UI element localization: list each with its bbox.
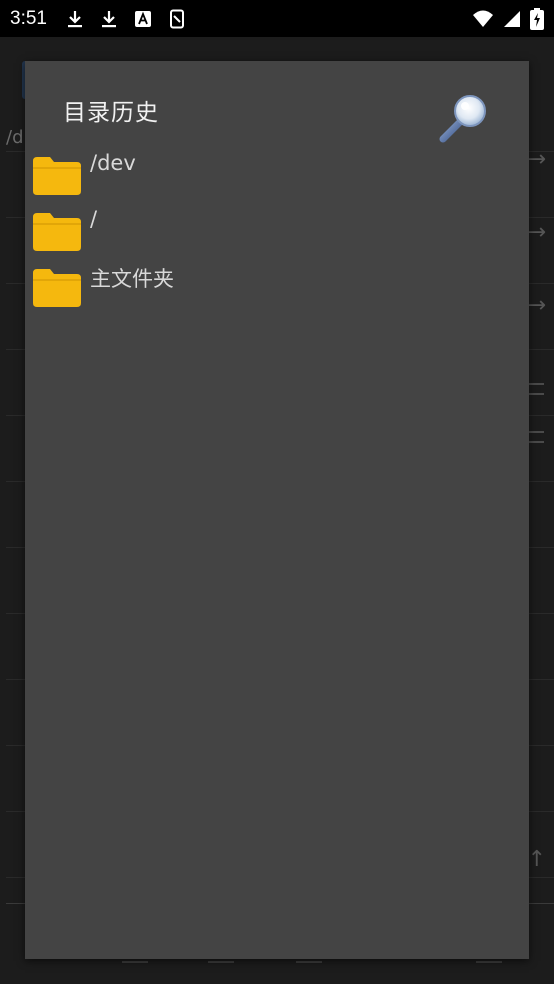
screen: 3:51 /d → → → ↑ 目录历史 /dev / 主文件夹 bbox=[0, 0, 554, 984]
menu-icon bbox=[528, 383, 544, 395]
arrow-up-icon: ↑ bbox=[527, 847, 546, 872]
wifi-icon bbox=[473, 10, 493, 27]
download-icon bbox=[101, 10, 116, 27]
dialog-title: 目录历史 bbox=[63, 100, 159, 126]
history-item-dev[interactable]: /dev bbox=[25, 145, 529, 201]
history-item-label: 主文件夹 bbox=[90, 267, 174, 291]
magnifier-icon bbox=[439, 95, 486, 143]
history-item-label: /dev bbox=[90, 151, 136, 175]
battery-icon bbox=[530, 7, 544, 30]
background-path-text: /d bbox=[6, 127, 24, 148]
history-item-root[interactable]: / bbox=[25, 201, 529, 257]
folder-icon bbox=[33, 157, 81, 195]
history-item-label: / bbox=[90, 207, 98, 231]
folder-icon bbox=[33, 213, 81, 251]
menu-icon bbox=[528, 431, 544, 443]
history-item-home[interactable]: 主文件夹 bbox=[25, 257, 529, 313]
directory-history-dialog: 目录历史 /dev / 主文件夹 bbox=[25, 61, 529, 959]
download-icon bbox=[67, 10, 82, 27]
folder-icon bbox=[33, 269, 81, 307]
signal-icon bbox=[504, 10, 520, 27]
status-system-icons bbox=[472, 7, 544, 30]
search-button[interactable] bbox=[437, 91, 493, 147]
screenshot-icon bbox=[169, 9, 184, 28]
status-bar: 3:51 bbox=[0, 0, 554, 37]
arrow-right-icon: → bbox=[527, 147, 546, 172]
arrow-right-icon: → bbox=[527, 293, 546, 318]
arrow-right-icon: → bbox=[527, 220, 546, 245]
status-notification-icons bbox=[65, 9, 187, 29]
history-list: /dev / 主文件夹 bbox=[25, 145, 529, 313]
status-time: 3:51 bbox=[10, 7, 47, 29]
text-a-icon bbox=[134, 10, 151, 27]
